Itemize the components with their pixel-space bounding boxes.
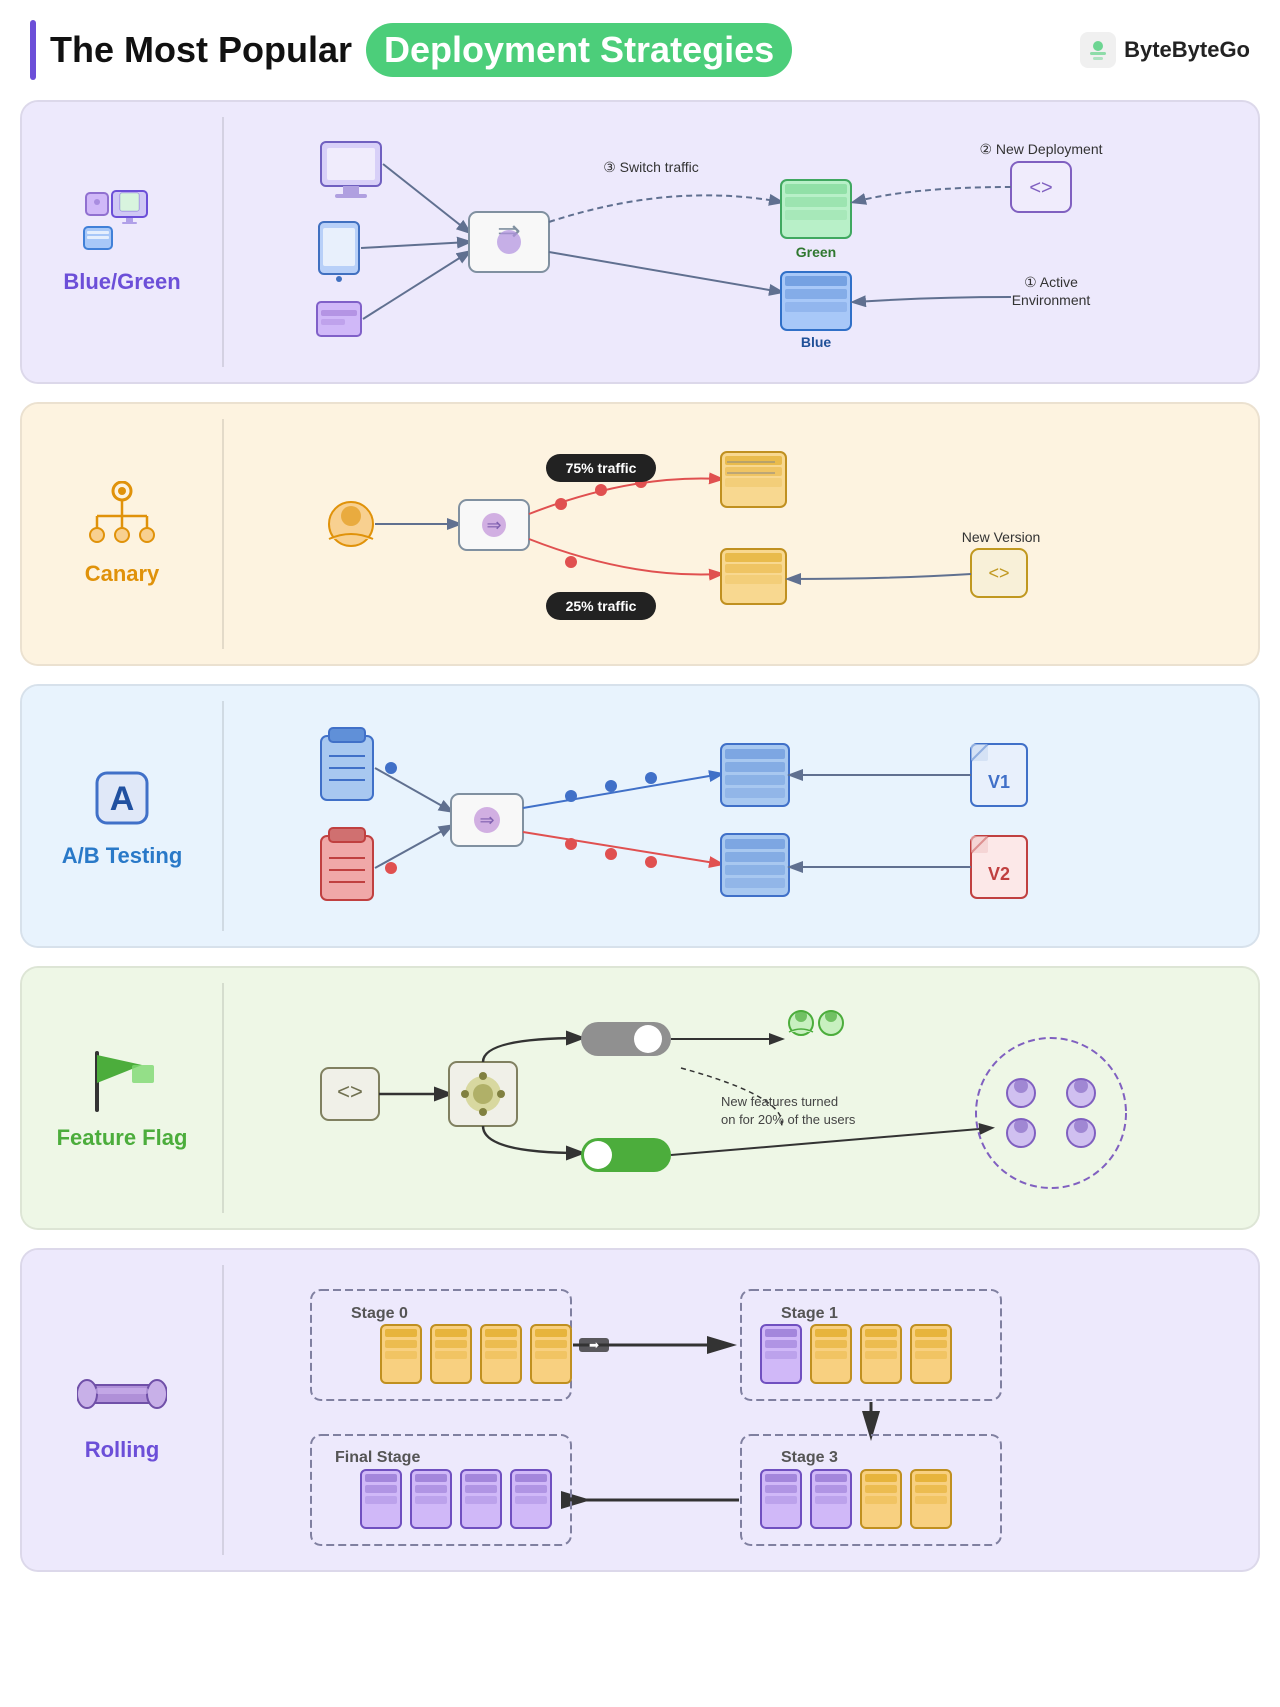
bluegreen-svg: ⇒ Green Blue <> ② New Deployment bbox=[291, 122, 1191, 362]
ab-icon: A bbox=[87, 763, 157, 833]
ab-label: A A/B Testing bbox=[22, 686, 222, 946]
featureflag-svg: <> bbox=[291, 988, 1191, 1208]
bluegreen-label: Blue/Green bbox=[22, 102, 222, 382]
rolling-label: Rolling bbox=[22, 1250, 222, 1570]
svg-text:A: A bbox=[110, 780, 135, 818]
card-canary: Canary ⇒ 75% traffic bbox=[20, 402, 1260, 666]
svg-text:<>: <> bbox=[988, 563, 1009, 583]
bluegreen-icon bbox=[82, 189, 162, 259]
card-bluegreen: Blue/Green ⇒ bbox=[20, 100, 1260, 384]
svg-text:Stage 3: Stage 3 bbox=[781, 1449, 838, 1466]
svg-text:Green: Green bbox=[796, 244, 836, 260]
svg-text:② New Deployment: ② New Deployment bbox=[979, 141, 1102, 157]
svg-text:Stage 0: Stage 0 bbox=[351, 1305, 408, 1322]
svg-text:① Active: ① Active bbox=[1024, 274, 1078, 290]
ab-diagram: ⇒ V1 bbox=[224, 686, 1258, 946]
svg-text:25% traffic: 25% traffic bbox=[566, 598, 637, 614]
svg-text:➡: ➡ bbox=[589, 1338, 599, 1352]
ab-svg: ⇒ V1 bbox=[291, 706, 1191, 926]
svg-text:Stage 1: Stage 1 bbox=[781, 1305, 838, 1322]
svg-text:Blue: Blue bbox=[801, 334, 832, 350]
svg-text:New features turned: New features turned bbox=[721, 1094, 838, 1109]
svg-text:Final Stage: Final Stage bbox=[335, 1449, 420, 1466]
canary-icon bbox=[82, 481, 162, 551]
svg-text:V2: V2 bbox=[988, 864, 1010, 884]
header-title-plain: The Most Popular bbox=[50, 29, 352, 71]
brand-icon bbox=[1080, 32, 1116, 68]
rolling-label-text: Rolling bbox=[85, 1437, 160, 1463]
svg-text:<>: <> bbox=[1029, 177, 1052, 199]
brand-name: ByteByteGo bbox=[1124, 37, 1250, 63]
svg-text:⇒: ⇒ bbox=[479, 810, 494, 830]
bluegreen-diagram: ⇒ Green Blue <> ② New Deployment bbox=[224, 102, 1258, 382]
card-rolling: Rolling Stage 0 bbox=[20, 1248, 1260, 1572]
svg-text:<>: <> bbox=[337, 1079, 363, 1104]
header-title-highlight: Deployment Strategies bbox=[366, 23, 792, 77]
page-header: The Most Popular Deployment Strategies B… bbox=[20, 20, 1260, 80]
header-title-group: The Most Popular Deployment Strategies bbox=[30, 20, 792, 80]
card-ab: A A/B Testing ⇒ bbox=[20, 684, 1260, 948]
brand-logo: ByteByteGo bbox=[1080, 32, 1250, 68]
featureflag-icon bbox=[82, 1045, 162, 1115]
svg-text:New Version: New Version bbox=[962, 529, 1041, 545]
rolling-diagram: Stage 0 ➡ Stage 1 bbox=[224, 1250, 1258, 1570]
svg-text:V1: V1 bbox=[988, 772, 1010, 792]
canary-label: Canary bbox=[22, 404, 222, 664]
svg-text:⇒: ⇒ bbox=[486, 515, 501, 535]
rolling-icon bbox=[77, 1357, 167, 1427]
featureflag-diagram: <> bbox=[224, 968, 1258, 1228]
svg-text:③ Switch traffic: ③ Switch traffic bbox=[603, 159, 699, 175]
ab-label-text: A/B Testing bbox=[62, 843, 183, 869]
accent-bar bbox=[30, 20, 36, 80]
canary-diagram: ⇒ 75% traffic 25% traffic bbox=[224, 404, 1258, 664]
svg-text:on for 20% of the users: on for 20% of the users bbox=[721, 1112, 856, 1127]
canary-label-text: Canary bbox=[85, 561, 160, 587]
featureflag-label: Feature Flag bbox=[22, 968, 222, 1228]
rolling-svg: Stage 0 ➡ Stage 1 bbox=[291, 1270, 1191, 1550]
svg-text:75% traffic: 75% traffic bbox=[566, 460, 637, 476]
canary-svg: ⇒ 75% traffic 25% traffic bbox=[291, 424, 1191, 644]
svg-text:Environment: Environment bbox=[1012, 292, 1091, 308]
card-featureflag: Feature Flag <> bbox=[20, 966, 1260, 1230]
bluegreen-label-text: Blue/Green bbox=[63, 269, 180, 295]
featureflag-label-text: Feature Flag bbox=[57, 1125, 188, 1151]
